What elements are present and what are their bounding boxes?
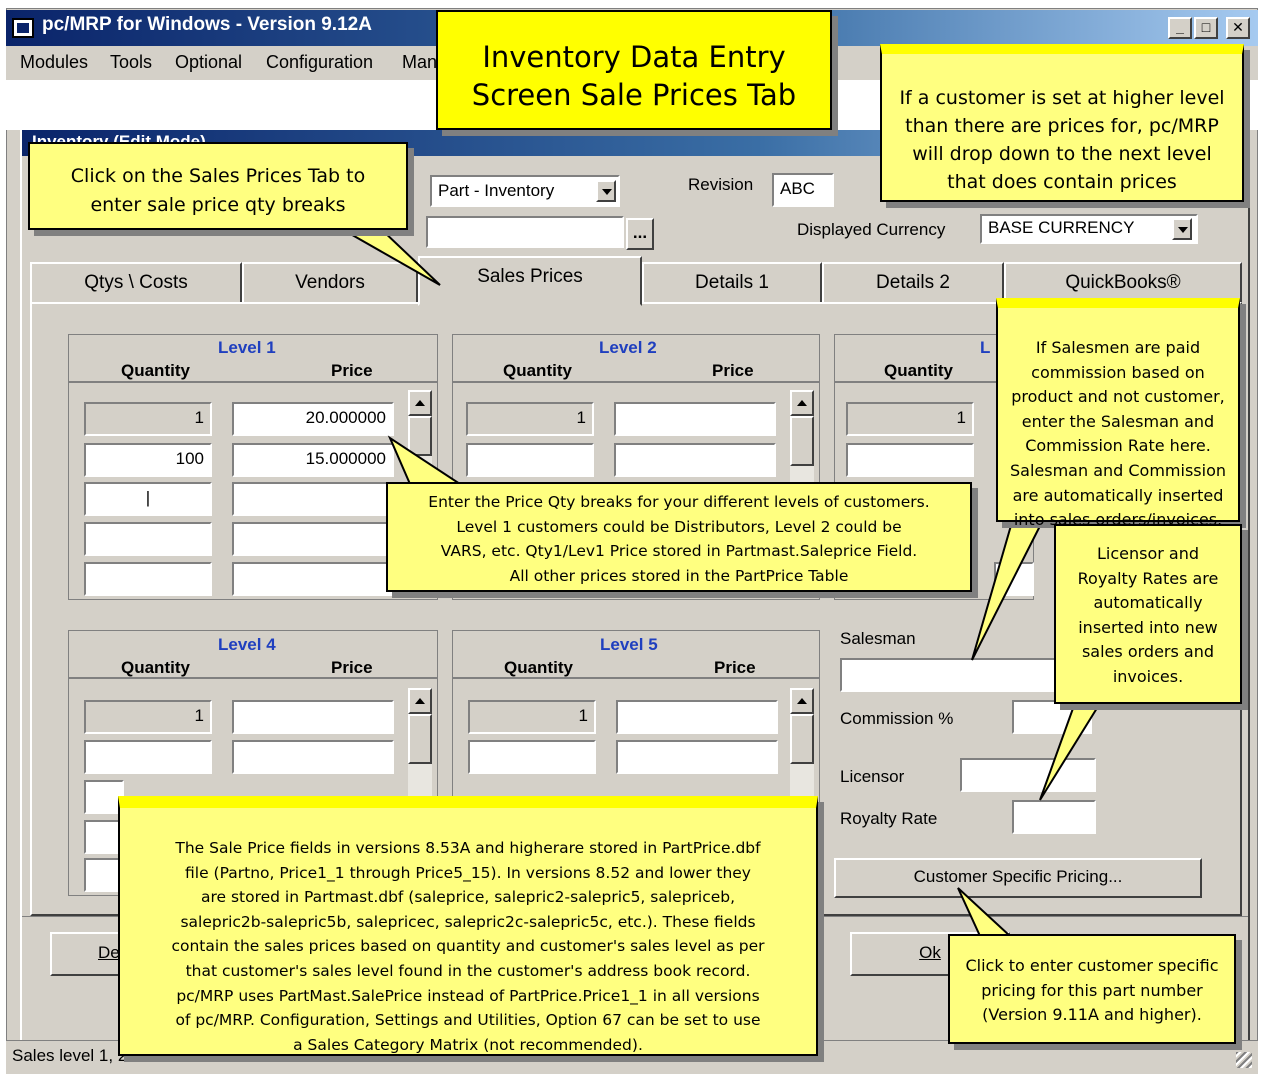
salesmen-pointer — [971, 521, 1044, 661]
title-callout: Inventory Data Entry Screen Sale Prices … — [436, 10, 832, 130]
price-breaks-pointer — [387, 435, 464, 485]
price-breaks-callout: Enter the Price Qty breaks for your diff… — [386, 482, 972, 592]
sales-tab-callout: Click on the Sales Prices Tab to enter s… — [28, 142, 408, 230]
higher-level-callout: If a customer is set at higher level tha… — [880, 44, 1244, 202]
storage-callout: The Sale Price fields in versions 8.53A … — [118, 796, 818, 1056]
licensor-callout: Licensor and Royalty Rates are automatic… — [1054, 524, 1242, 704]
licensor-pointer — [1039, 699, 1104, 801]
customer-pricing-callout: Click to enter customer specific pricing… — [948, 934, 1236, 1044]
salesmen-callout: If Salesmen are paid commission based on… — [996, 298, 1240, 529]
customer-pricing-pointer — [957, 887, 1013, 937]
sales-tab-pointer — [336, 227, 441, 286]
